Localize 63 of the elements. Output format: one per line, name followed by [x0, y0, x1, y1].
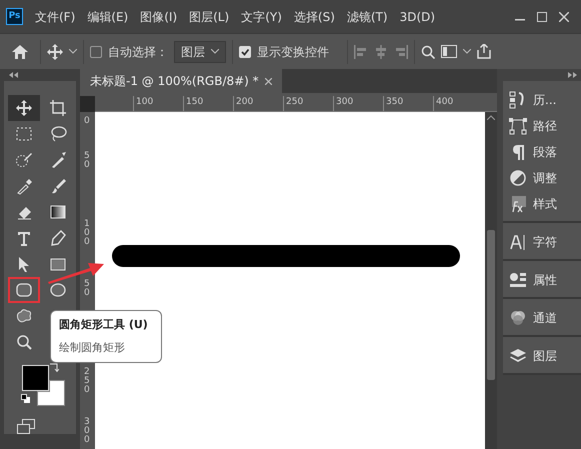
character-icon: [509, 233, 527, 251]
default-colors-icon[interactable]: [21, 394, 31, 404]
ruler-label: 50: [84, 280, 91, 298]
panel-button[interactable]: 样式: [503, 191, 581, 217]
rounded-rectangle-icon[interactable]: [8, 277, 40, 303]
close-icon[interactable]: [559, 12, 569, 22]
app-logo: Ps: [6, 8, 23, 25]
swap-colors-icon[interactable]: [49, 363, 59, 373]
close-icon[interactable]: [264, 78, 272, 84]
scrollbar-thumb[interactable]: [487, 230, 495, 380]
collapse-icon[interactable]: [568, 72, 577, 78]
menu-item[interactable]: 3D(D): [394, 8, 442, 26]
ruler-label: 350: [383, 96, 433, 111]
maximize-icon[interactable]: [537, 12, 547, 22]
path-nodes-icon: [509, 117, 527, 135]
ruler-label: 300: [333, 96, 383, 111]
tooltip-title: 圆角矩形工具 (U): [59, 317, 149, 333]
ruler-label: 100: [133, 96, 183, 111]
auto-select-checkbox[interactable]: [90, 46, 102, 58]
background-color-swatch[interactable]: [37, 380, 65, 406]
tooltip-description: 绘制圆角矩形: [59, 340, 126, 356]
ruler-label: 300: [84, 418, 91, 445]
menu-item[interactable]: 编辑(E): [81, 8, 134, 26]
menu-item[interactable]: 文件(F): [29, 8, 82, 26]
move-icon[interactable]: [47, 44, 63, 60]
home-icon[interactable]: [12, 44, 28, 58]
menu-item[interactable]: 图层(L): [183, 8, 236, 26]
caret-icon[interactable]: [463, 49, 471, 54]
target-dropdown[interactable]: 图层: [174, 40, 226, 62]
panel-button[interactable]: 段落: [503, 139, 581, 165]
channels-icon: [509, 309, 527, 327]
ruler-label: 250: [84, 368, 91, 395]
ruler-label: 250: [283, 96, 333, 111]
caret-icon[interactable]: [69, 49, 77, 54]
scroll-up-icon[interactable]: [487, 115, 495, 120]
menu-item[interactable]: 文字(Y): [235, 8, 288, 26]
foreground-color-swatch[interactable]: [22, 365, 49, 391]
share-icon[interactable]: [477, 44, 491, 59]
workspace-icon[interactable]: [441, 45, 457, 58]
menu-item[interactable]: 选择(S): [288, 8, 341, 26]
caret-icon: [211, 49, 219, 54]
show-transform-label: 显示变换控件: [257, 44, 329, 60]
fx-icon: [509, 195, 527, 213]
ruler-label: 0: [84, 117, 91, 126]
screen-mode-icon[interactable]: [17, 419, 35, 434]
menu-item[interactable]: 滤镜(T): [340, 8, 394, 26]
auto-select-label: 自动选择：: [108, 44, 168, 60]
collapse-icon[interactable]: [9, 72, 18, 78]
ruler-label: 400: [433, 96, 483, 111]
panel-button[interactable]: 历...: [503, 87, 581, 113]
properties-icon: [509, 271, 527, 289]
panel-button[interactable]: 路径: [503, 113, 581, 139]
search-icon[interactable]: [421, 44, 435, 58]
menu-item[interactable]: 图像(I): [134, 8, 184, 26]
layers-icon: [509, 347, 527, 365]
ruler-label: 150: [183, 96, 233, 111]
ruler-label: 50: [84, 152, 91, 170]
ruler-label: 100: [84, 220, 91, 247]
show-transform-checkbox[interactable]: [239, 46, 251, 58]
panel-button[interactable]: 调整: [503, 165, 581, 191]
adjustment-icon: [509, 169, 527, 187]
move-icon[interactable]: [8, 95, 40, 121]
ruler-label: 200: [233, 96, 283, 111]
